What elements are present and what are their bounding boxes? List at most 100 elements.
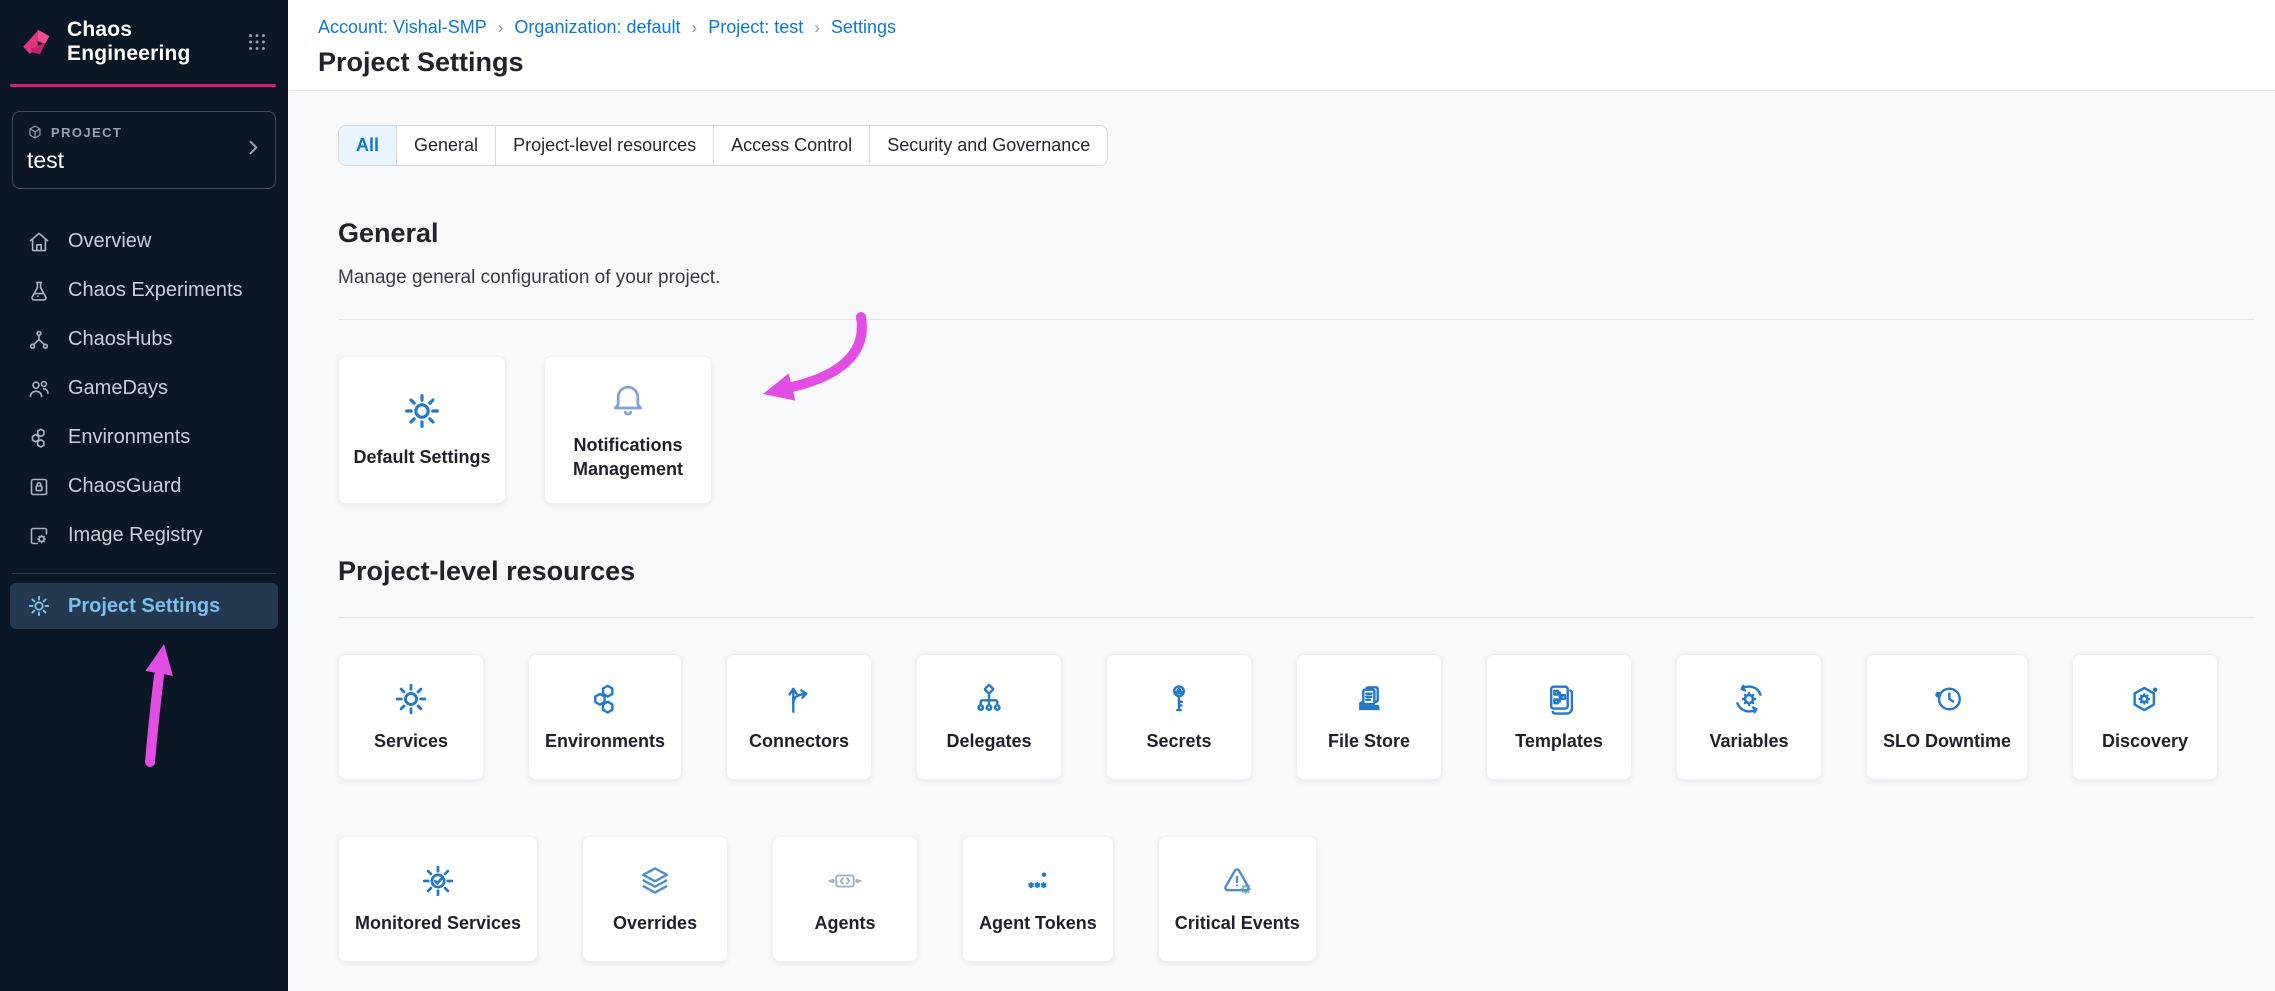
resource-card-variables[interactable]: Variables	[1676, 654, 1822, 780]
tab-security-and-governance[interactable]: Security and Governance	[869, 126, 1107, 165]
content: All General Project-level resources Acce…	[288, 91, 2275, 991]
critical-events-warning-icon	[1219, 863, 1255, 899]
module-grid-icon[interactable]	[246, 31, 268, 53]
resource-card-overrides[interactable]: Overrides	[582, 836, 728, 962]
resource-card-secrets[interactable]: Secrets	[1106, 654, 1252, 780]
connectors-branch-icon	[781, 681, 817, 717]
variables-gear-sync-icon	[1731, 681, 1767, 717]
resource-card-templates[interactable]: Templates	[1486, 654, 1632, 780]
cube-icon	[27, 124, 43, 140]
brand-accent-bar	[10, 84, 276, 87]
card-label: Variables	[1710, 730, 1789, 753]
secrets-key-icon	[1161, 681, 1197, 717]
tab-access-control[interactable]: Access Control	[713, 126, 869, 165]
breadcrumb-account[interactable]: Account: Vishal-SMP	[318, 17, 487, 38]
card-label: Agent Tokens	[979, 912, 1097, 935]
registry-box-icon	[27, 524, 51, 548]
sidebar-item-environments[interactable]: Environments	[0, 413, 288, 462]
templates-stack-icon	[1541, 681, 1577, 717]
breadcrumb: Account: Vishal-SMP › Organization: defa…	[318, 17, 2275, 38]
hub-network-icon	[27, 328, 51, 352]
resource-card-agents[interactable]: Agents	[772, 836, 918, 962]
sidebar-item-label: Overview	[68, 230, 151, 253]
agent-tokens-dots-icon	[1020, 863, 1056, 899]
resource-card-services[interactable]: Services	[338, 654, 484, 780]
card-label: Delegates	[947, 730, 1032, 753]
card-label: Monitored Services	[355, 912, 521, 935]
breadcrumb-project[interactable]: Project: test	[708, 17, 803, 38]
tab-all[interactable]: All	[339, 126, 396, 165]
environments-hexagons-icon	[587, 681, 623, 717]
sidebar-item-label: Chaos Experiments	[68, 279, 243, 302]
filter-tabs: All General Project-level resources Acce…	[338, 125, 1108, 166]
card-label: File Store	[1328, 730, 1410, 753]
card-label: Overrides	[613, 912, 697, 935]
resource-card-file-store[interactable]: File Store	[1296, 654, 1442, 780]
people-icon	[27, 377, 51, 401]
resource-card-environments[interactable]: Environments	[528, 654, 682, 780]
annotation-arrow-curved	[743, 311, 883, 421]
card-label: Discovery	[2102, 730, 2188, 753]
hexagons-icon	[27, 426, 51, 450]
resource-card-agent-tokens[interactable]: Agent Tokens	[962, 836, 1114, 962]
harness-chaos-logo-icon	[20, 25, 54, 59]
card-label: Environments	[545, 730, 665, 753]
chevron-right-icon[interactable]	[243, 138, 263, 163]
resource-card-delegates[interactable]: Delegates	[916, 654, 1062, 780]
sidebar-item-image-registry[interactable]: Image Registry	[0, 511, 288, 560]
sidebar-item-label: ChaosGuard	[68, 475, 181, 498]
resource-card-connectors[interactable]: Connectors	[726, 654, 872, 780]
sidebar-item-label: ChaosHubs	[68, 328, 173, 351]
sidebar-item-chaos-experiments[interactable]: Chaos Experiments	[0, 266, 288, 315]
sidebar-item-label: GameDays	[68, 377, 168, 400]
card-label: Connectors	[749, 730, 849, 753]
brand-header: Chaos Engineering	[0, 0, 288, 80]
gear-icon	[402, 391, 442, 431]
sidebar-nav: Overview Chaos Experiments ChaosHubs Gam…	[0, 217, 288, 560]
sidebar: Chaos Engineering PROJECT test Overview …	[0, 0, 288, 991]
general-section-heading: General	[338, 218, 2255, 249]
section-divider	[338, 617, 2255, 618]
card-notifications-management[interactable]: Notifications Management	[544, 356, 712, 504]
sidebar-item-chaosguard[interactable]: ChaosGuard	[0, 462, 288, 511]
project-name: test	[27, 147, 261, 174]
slo-downtime-clock-icon	[1929, 681, 1965, 717]
resource-card-critical-events[interactable]: Critical Events	[1158, 836, 1317, 962]
resource-card-monitored-services[interactable]: Monitored Services	[338, 836, 538, 962]
project-selector[interactable]: PROJECT test	[12, 111, 276, 189]
tab-project-level-resources[interactable]: Project-level resources	[495, 126, 713, 165]
card-label: Default Settings	[343, 446, 500, 469]
sidebar-item-chaoshubs[interactable]: ChaosHubs	[0, 315, 288, 364]
sidebar-item-project-settings[interactable]: Project Settings	[10, 583, 278, 629]
main-area: Account: Vishal-SMP › Organization: defa…	[288, 0, 2275, 991]
breadcrumb-separator: ›	[814, 18, 820, 38]
agents-code-icon	[827, 863, 863, 899]
overrides-layers-icon	[637, 863, 673, 899]
breadcrumb-organization[interactable]: Organization: default	[514, 17, 680, 38]
tab-general[interactable]: General	[396, 126, 495, 165]
card-label: Critical Events	[1175, 912, 1300, 935]
lock-icon	[27, 475, 51, 499]
breadcrumb-separator: ›	[498, 18, 504, 38]
card-label: Services	[374, 730, 448, 753]
project-label: PROJECT	[51, 125, 122, 140]
general-section-description: Manage general configuration of your pro…	[338, 267, 2255, 289]
sidebar-item-label: Environments	[68, 426, 190, 449]
services-gear-icon	[393, 681, 429, 717]
resource-card-discovery[interactable]: Discovery	[2072, 654, 2218, 780]
sidebar-item-overview[interactable]: Overview	[0, 217, 288, 266]
card-default-settings[interactable]: Default Settings	[338, 356, 506, 504]
card-label: Notifications Management	[545, 434, 711, 481]
home-icon	[27, 230, 51, 254]
annotation-arrow-up	[122, 636, 192, 771]
page-title: Project Settings	[318, 47, 2275, 78]
breadcrumb-settings[interactable]: Settings	[831, 17, 896, 38]
resource-cards: Services Environments Connectors Delegat…	[338, 654, 2238, 962]
card-label: Secrets	[1147, 730, 1212, 753]
resource-card-slo-downtime[interactable]: SLO Downtime	[1866, 654, 2028, 780]
delegates-hierarchy-icon	[971, 681, 1007, 717]
app-title: Chaos Engineering	[67, 18, 233, 66]
sidebar-item-gamedays[interactable]: GameDays	[0, 364, 288, 413]
discovery-hexagon-gear-icon	[2127, 681, 2163, 717]
sidebar-divider	[12, 573, 276, 574]
